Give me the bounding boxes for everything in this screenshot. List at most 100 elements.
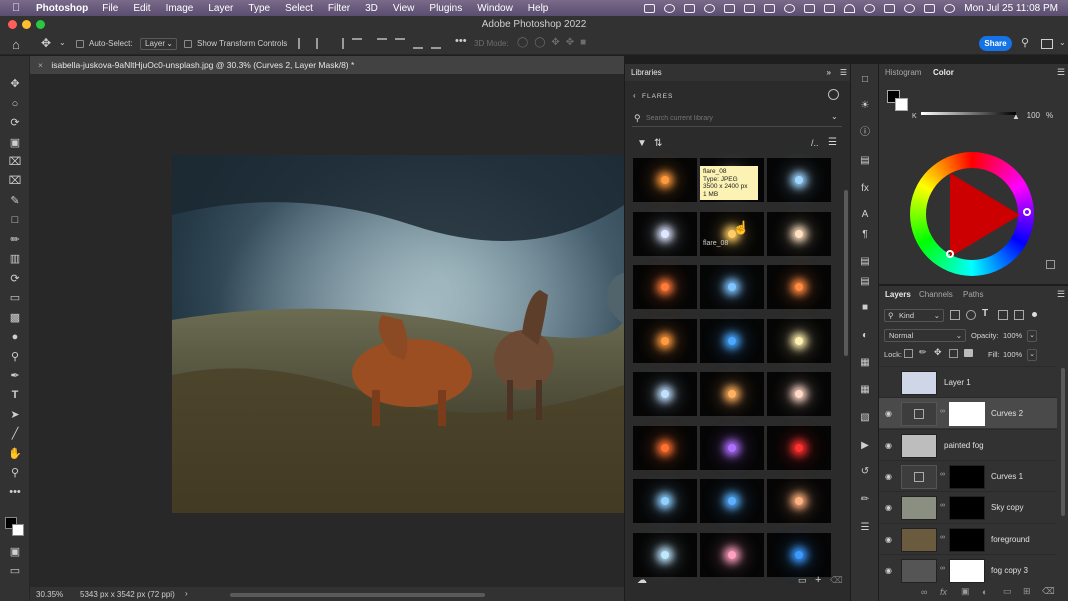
tab-color[interactable]: Color [933,68,954,77]
menu-plugins[interactable]: Plugins [429,3,462,14]
menubar-clock[interactable]: Mon Jul 25 11:08 PM [964,3,1058,14]
trash-icon[interactable]: ⌫ [830,575,843,586]
character-icon[interactable]: A [859,209,871,221]
document-tab[interactable]: × isabella-juskova-9aNltHjuOc0-unsplash.… [30,56,624,74]
type-filter-icon[interactable]: T [982,308,988,319]
siri-icon[interactable] [944,3,956,13]
layer-thumbnail[interactable] [901,527,937,552]
type-tool-icon[interactable]: T [8,388,22,402]
vpn-icon[interactable] [704,3,716,13]
patterns-icon[interactable]: ▦ [859,384,871,396]
lasso-tool-icon[interactable]: ⟳ [8,116,22,130]
more-tools-icon[interactable]: ••• [8,485,22,499]
filter-toggle-icon[interactable] [1032,312,1037,317]
background-color-swatch[interactable] [895,98,908,111]
search-icon[interactable]: ⚲ [1021,36,1029,49]
properties-icon[interactable]: ▤ [859,155,871,167]
share-button[interactable]: Share [979,36,1012,51]
tool-preset-chevron-icon[interactable]: ⌄ [59,38,66,47]
brush-settings-icon[interactable]: ✏ [859,494,871,506]
move-tool-icon[interactable]: ✥ [41,36,51,50]
flare-thumbnail[interactable] [700,265,764,309]
layer-mask-thumbnail[interactable] [949,527,985,552]
zoom-tool-icon[interactable]: ⚲ [8,466,22,480]
flare-thumbnail[interactable] [633,265,697,309]
library-breadcrumb[interactable]: FLARES [642,93,673,100]
color-handle-icon[interactable] [946,250,954,258]
layer-thumbnail[interactable] [901,371,937,395]
layer-mask-thumbnail[interactable] [949,402,985,427]
fill-dropdown[interactable]: ⌄ [1027,349,1037,361]
screen-mode-icon[interactable]: ▭ [8,564,22,578]
menu-window[interactable]: Window [477,3,513,14]
display-icon[interactable] [884,3,896,13]
gradient-tool-icon[interactable]: ▩ [8,311,22,325]
filter-icon[interactable]: ▼ [637,138,647,149]
collaborators-icon[interactable] [828,89,839,100]
frame-tool-icon[interactable]: ⌧ [8,174,22,188]
layer-row[interactable]: ◉ painted fog [879,428,1057,460]
list-view-icon[interactable]: ☰ [828,137,837,148]
flare-thumbnail[interactable] [633,318,697,363]
horizontal-scrollbar[interactable] [230,593,485,597]
layer-thumbnail[interactable] [901,433,937,458]
auto-select-checkbox[interactable] [76,40,84,48]
lock-brush-icon[interactable]: ✏ [919,347,927,358]
transform-controls-checkbox[interactable] [184,40,192,48]
libraries-icon[interactable]: ■ [859,302,871,314]
workspace-icon[interactable] [1041,39,1053,49]
menu-filter[interactable]: Filter [328,3,350,14]
layer-row[interactable]: ◉ ∞ Curves 1 [879,459,1057,491]
flare-thumbnail[interactable] [767,372,831,416]
flare-thumbnail[interactable] [700,372,764,416]
timeline-play-icon[interactable]: ▶ [859,440,871,452]
move-tool-icon[interactable]: ✥ [8,77,22,91]
tab-histogram[interactable]: Histogram [885,68,921,77]
menu-select[interactable]: Select [285,3,313,14]
panel-menu-icon[interactable]: ☰ [1057,289,1065,300]
tab-paths[interactable]: Paths [963,290,983,299]
sort-icon[interactable]: ⇅ [654,138,662,149]
mask-link-icon[interactable]: ∞ [940,565,945,572]
comments-icon[interactable]: □ [859,74,871,86]
flare-thumbnail[interactable] [633,158,697,202]
lock-transparency-icon[interactable] [904,349,913,358]
expand-icon[interactable] [1046,260,1055,269]
actions-icon[interactable]: fx [859,183,871,195]
adjustments-icon[interactable]: ◐ [859,330,871,342]
brightness-icon[interactable]: ☀ [859,100,871,112]
object-selection-tool-icon[interactable]: ▣ [8,136,22,150]
creative-cloud-icon[interactable] [664,3,676,13]
close-tab-icon[interactable]: × [38,60,43,70]
chevron-down-icon[interactable]: ⌄ [831,112,838,121]
flare-thumbnail[interactable] [767,211,831,256]
flare-thumbnail[interactable] [700,425,764,470]
layer-mask-thumbnail[interactable] [949,496,985,521]
status-arrow-icon[interactable]: › [185,589,188,598]
app-menu[interactable]: Photoshop [36,3,88,14]
flare-thumbnail[interactable] [633,425,697,470]
blend-mode-dropdown[interactable]: Normal ⌄ [884,329,966,342]
control-center-icon[interactable] [924,3,936,13]
layer-mask-thumbnail[interactable] [949,558,985,583]
play-icon[interactable] [864,3,876,13]
align-bottom-icon[interactable] [413,38,423,49]
info-icon[interactable]: ⓘ [859,127,871,139]
visibility-eye-icon[interactable]: ◉ [885,503,892,512]
clone-stamp-tool-icon[interactable]: ▥ [8,252,22,266]
layer-thumbnail[interactable] [901,558,937,583]
quick-mask-icon[interactable]: ▣ [8,545,22,559]
libraries-tab[interactable]: Libraries » ☰ [625,64,851,81]
layer-row[interactable]: ◉ ∞ fog copy 3 [879,553,1057,585]
path-selection-tool-icon[interactable]: ➤ [8,408,22,422]
flare-thumbnail[interactable] [767,158,831,202]
menu-layer[interactable]: Layer [208,3,233,14]
libraries-scrollbar[interactable] [844,190,848,356]
menu-help[interactable]: Help [528,3,549,14]
history-brush-tool-icon[interactable]: ⟳ [8,272,22,286]
smart-object-filter-icon[interactable] [1014,310,1024,320]
new-adjustment-icon[interactable]: ◐ [982,587,987,597]
hand-tool-icon[interactable]: ✋ [8,447,22,461]
library-search-input[interactable] [646,112,826,125]
menu-file[interactable]: File [102,3,118,14]
